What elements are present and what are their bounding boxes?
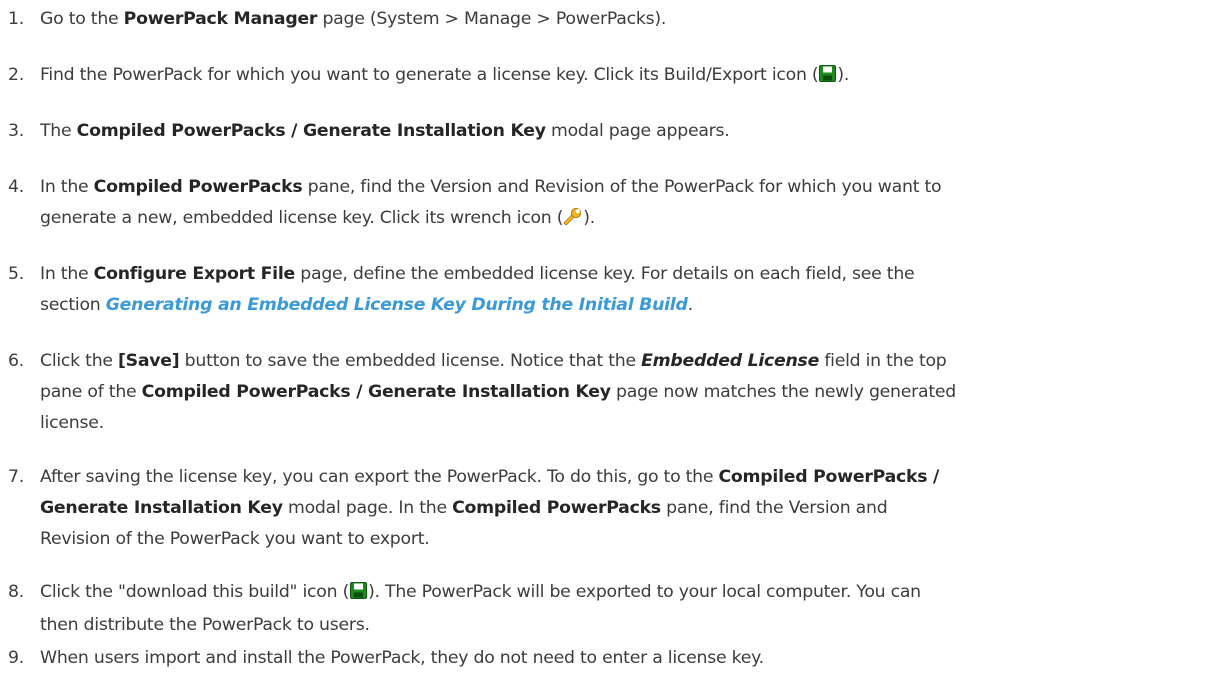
step-text: In the Compiled PowerPacks pane, find th…: [40, 172, 1220, 236]
pane-name: Compiled PowerPacks: [452, 498, 661, 518]
step-line: When users import and install the PowerP…: [40, 643, 1220, 674]
step-line: After saving the license key, you can ex…: [40, 462, 1220, 493]
page-name: PowerPack Manager: [123, 9, 318, 29]
text-run: Go to the: [40, 9, 124, 29]
text-run: After saving the license key, you can ex…: [40, 467, 719, 487]
step-line: Find the PowerPack for which you want to…: [40, 60, 1220, 93]
step-line: license.: [40, 408, 1220, 439]
text-run: Click the: [40, 351, 119, 371]
page-name: Compiled PowerPacks / Generate Installat…: [76, 121, 546, 141]
step-line: pane of the Compiled PowerPacks / Genera…: [40, 377, 1220, 408]
text-run: page (System > Manage > PowerPacks).: [317, 9, 667, 29]
step-line: Revision of the PowerPack you want to ex…: [40, 524, 1220, 555]
text-run: generate a new, embedded license key. Cl…: [40, 208, 564, 228]
step-line: In the Compiled PowerPacks pane, find th…: [40, 172, 1220, 203]
step-line: Click the "download this build" icon ().…: [40, 577, 1220, 610]
text-run: ). The PowerPack will be exported to you…: [368, 582, 921, 602]
text-run: ).: [837, 65, 850, 85]
step-number: 6.: [8, 351, 24, 371]
step-text: Find the PowerPack for which you want to…: [40, 60, 1220, 93]
text-run: Revision of the PowerPack you want to ex…: [40, 529, 430, 549]
step-number: 8.: [8, 582, 24, 602]
text-run: In the: [40, 177, 94, 197]
text-run: license.: [40, 413, 104, 433]
text-run: The: [40, 121, 77, 141]
button-name: [Save]: [118, 351, 180, 371]
page-name: Compiled PowerPacks /: [718, 467, 940, 487]
text-run: pane of the: [40, 382, 142, 402]
page-name: Generate Installation Key: [40, 498, 283, 518]
text-run: Click the "download this build" icon (: [40, 582, 350, 602]
step-line: In the Configure Export File page, defin…: [40, 259, 1220, 290]
wrench-icon[interactable]: [564, 205, 582, 236]
save-disk-icon[interactable]: [350, 579, 368, 610]
text-run: .: [687, 295, 694, 315]
page-name: Compiled PowerPacks / Generate Installat…: [141, 382, 611, 402]
page-name: Configure Export File: [93, 264, 296, 284]
text-run: page now matches the newly generated: [610, 382, 956, 402]
text-run: section: [40, 295, 106, 315]
text-run: modal page. In the: [282, 498, 453, 518]
step-line: Go to the PowerPack Manager page (System…: [40, 4, 1220, 35]
save-disk-icon[interactable]: [819, 62, 837, 93]
step-text: Click the [Save] button to save the embe…: [40, 346, 1220, 439]
step-line: Click the [Save] button to save the embe…: [40, 346, 1220, 377]
step-line: Generate Installation Key modal page. In…: [40, 493, 1220, 524]
step-number: 7.: [8, 467, 24, 487]
step-text: The Compiled PowerPacks / Generate Insta…: [40, 116, 1220, 147]
step-text: In the Configure Export File page, defin…: [40, 259, 1220, 321]
text-run: field in the top: [819, 351, 947, 371]
text-run: button to save the embedded license. Not…: [179, 351, 642, 371]
step-text: When users import and install the PowerP…: [40, 643, 1220, 674]
step-number: 3.: [8, 121, 24, 141]
step-number: 5.: [8, 264, 24, 284]
field-name: Embedded License: [641, 351, 820, 371]
step-number: 4.: [8, 177, 24, 197]
step-line: then distribute the PowerPack to users.: [40, 610, 1220, 641]
step-number: 2.: [8, 65, 24, 85]
step-text: Go to the PowerPack Manager page (System…: [40, 4, 1220, 35]
text-run: then distribute the PowerPack to users.: [40, 615, 370, 635]
step-line: The Compiled PowerPacks / Generate Insta…: [40, 116, 1220, 147]
text-run: When users import and install the PowerP…: [40, 648, 764, 668]
text-run: Find the PowerPack for which you want to…: [40, 65, 819, 85]
text-run: pane, find the Version and: [660, 498, 888, 518]
text-run: pane, find the Version and Revision of t…: [302, 177, 942, 197]
step-number: 1.: [8, 9, 24, 29]
step-text: After saving the license key, you can ex…: [40, 462, 1220, 555]
section-link[interactable]: Generating an Embedded License Key Durin…: [106, 295, 688, 315]
procedure-document: 1. Go to the PowerPack Manager page (Sys…: [0, 0, 1228, 681]
step-line: section Generating an Embedded License K…: [40, 290, 1220, 321]
text-run: In the: [40, 264, 94, 284]
pane-name: Compiled PowerPacks: [93, 177, 303, 197]
step-number: 9.: [8, 648, 24, 668]
step-line: generate a new, embedded license key. Cl…: [40, 203, 1220, 236]
step-text: Click the "download this build" icon ().…: [40, 577, 1220, 641]
text-run: ).: [583, 208, 595, 228]
text-run: page, define the embedded license key. F…: [295, 264, 915, 284]
text-run: modal page appears.: [545, 121, 730, 141]
